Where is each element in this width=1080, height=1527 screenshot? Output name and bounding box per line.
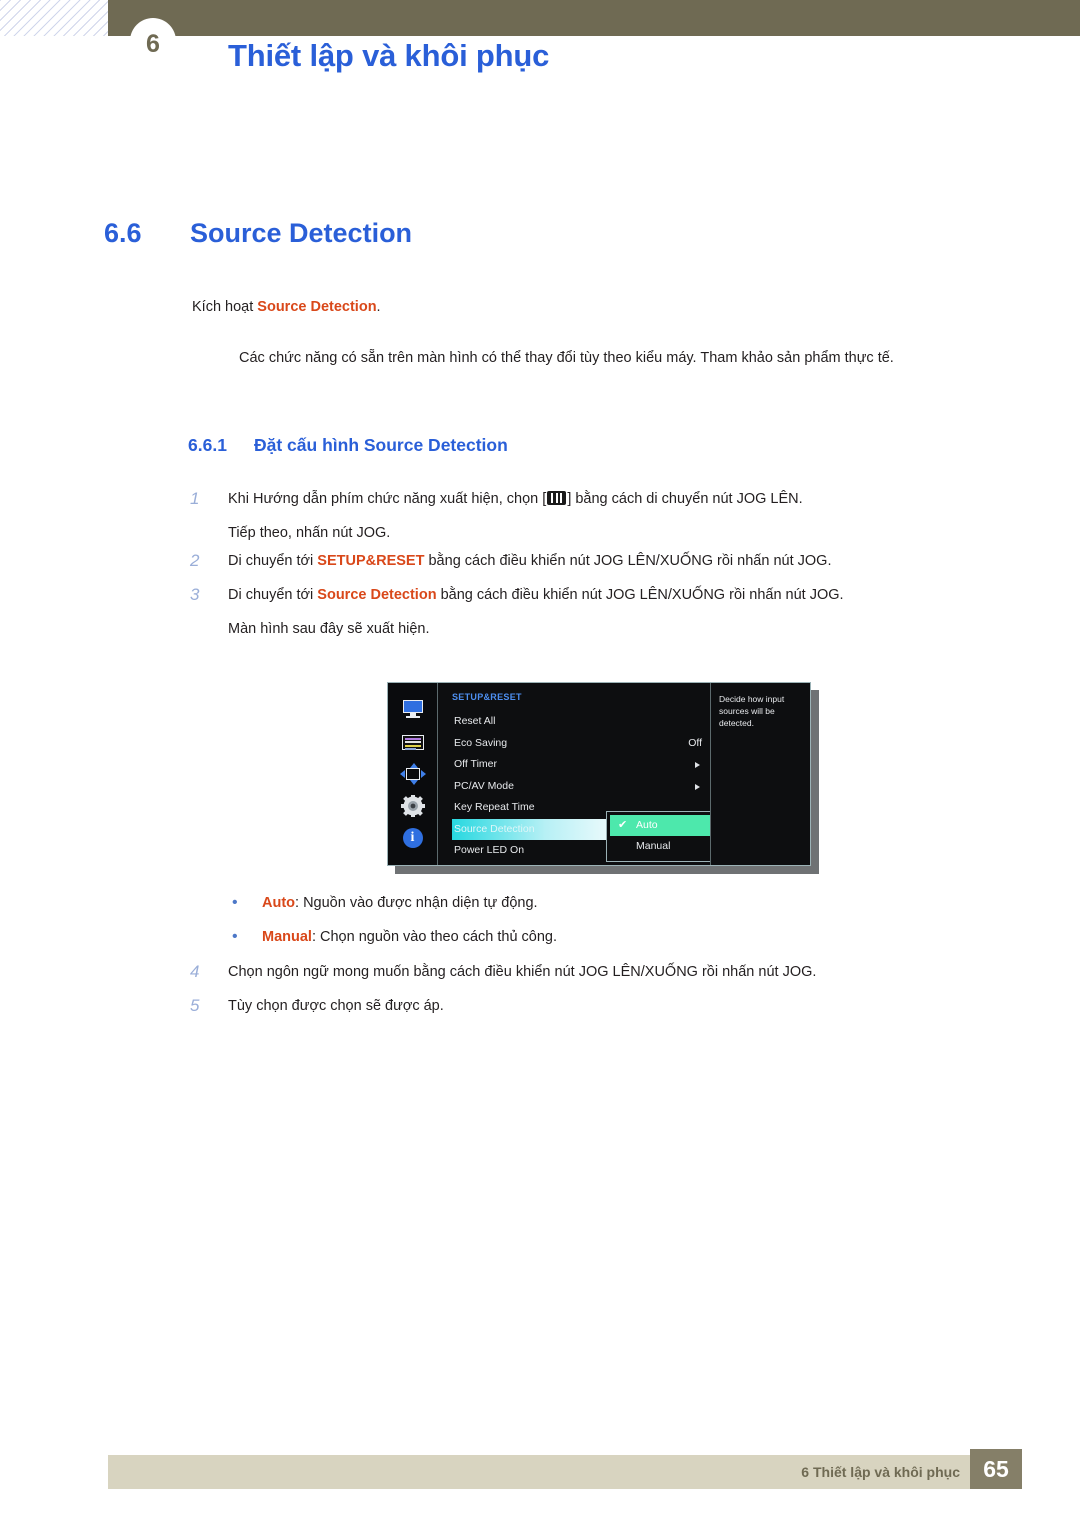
osd-screenshot: i SETUP&RESET Reset All Eco Saving Off O… (387, 682, 819, 874)
step-text: Di chuyển tới SETUP&RESET bằng cách điều… (228, 547, 831, 575)
section-intro: Kích hoạt Source Detection. (192, 299, 381, 315)
osd-tooltip: Decide how input sources will be detecte… (710, 683, 810, 865)
check-icon: ✔ (618, 819, 628, 831)
step-list-continued: 4 Chọn ngôn ngữ mong muốn bằng cách điều… (190, 958, 1010, 1026)
info-icon: i (400, 827, 426, 850)
step-continuation: Màn hình sau đây sẽ xuất hiện. (228, 621, 430, 637)
step-number: 3 (190, 585, 200, 604)
chevron-right-icon (695, 783, 700, 790)
step-number: 5 (190, 996, 200, 1015)
osd-row-label: Key Repeat Time (454, 801, 535, 813)
osd-row-off-timer[interactable]: Off Timer (452, 754, 712, 776)
bullet-description: : Chọn nguồn vào theo cách thủ công. (311, 929, 558, 945)
step-text-before: Di chuyển tới (228, 587, 318, 603)
footer-chapter-label: 6 Thiết lập và khôi phục (801, 1464, 960, 1480)
osd-row-label: Power LED On (454, 844, 525, 856)
page-title: Thiết lập và khôi phục (228, 38, 550, 73)
subsection-heading: 6.6.1 Đặt cấu hình Source Detection (188, 435, 508, 456)
osd-submenu-option-label: Manual (636, 840, 671, 852)
step-text: Tùy chọn được chọn sẽ được áp. (228, 998, 444, 1014)
step-list: 1 Khi Hướng dẫn phím chức năng xuất hiện… (190, 485, 1010, 643)
osd-sidebar: i (388, 683, 438, 865)
bullet-text: Auto: Nguồn vào được nhận diện tự động. (262, 892, 538, 914)
osd-row-label: PC/AV Mode (454, 779, 514, 792)
step-highlight: Source Detection (317, 587, 437, 603)
bullet-list: • Auto: Nguồn vào được nhận diện tự động… (232, 892, 992, 960)
step-text-after: ] bằng cách di chuyển nút JOG LÊN. (567, 491, 803, 507)
osd-row-source-detection[interactable]: Source Detection (452, 818, 622, 840)
osd-row-label: Eco Saving (454, 736, 508, 749)
step-continuation: Tiếp theo, nhấn nút JOG. (228, 525, 391, 541)
step-text-before: Di chuyển tới (228, 553, 318, 569)
subsection-title: Đặt cấu hình Source Detection (254, 435, 508, 455)
osd-row-eco-saving[interactable]: Eco Saving Off (452, 733, 712, 755)
step-item: 2 Di chuyển tới SETUP&RESET bằng cách đi… (190, 547, 1010, 575)
osd-row-label: Reset All (454, 715, 496, 727)
monitor-icon (400, 698, 426, 720)
step-item: 5 Tùy chọn được chọn sẽ được áp. (190, 992, 1010, 1020)
bullet-description: : Nguồn vào được nhận diện tự động. (295, 895, 538, 911)
section-heading: 6.6 Source Detection (104, 218, 412, 249)
osd-menu-key-icon (547, 491, 567, 505)
bullet-marker: • (232, 928, 238, 945)
intro-suffix: . (376, 299, 381, 315)
step-item: 3 Di chuyển tới Source Detection bằng cá… (190, 581, 1010, 609)
section-note: Các chức năng có sẵn trên màn hình có th… (239, 350, 894, 366)
color-bars-icon (400, 731, 426, 753)
intro-highlight: Source Detection (257, 299, 377, 315)
step-number: 1 (190, 489, 200, 508)
bullet-label: Auto (262, 895, 296, 911)
step-number: 2 (190, 551, 200, 570)
step-item: 4 Chọn ngôn ngữ mong muốn bằng cách điều… (190, 958, 1010, 986)
gear-icon (400, 794, 426, 819)
chevron-right-icon (695, 762, 700, 768)
list-item: • Auto: Nguồn vào được nhận diện tự động… (232, 892, 992, 914)
osd-row-label: Source Detection (454, 822, 535, 835)
intro-prefix: Kích hoạt (192, 299, 258, 315)
step-text: Di chuyển tới Source Detection bằng cách… (228, 581, 844, 609)
list-item: • Manual: Chọn nguồn vào theo cách thủ c… (232, 926, 992, 948)
step-highlight: SETUP&RESET (317, 553, 425, 569)
chapter-number-badge: 6 (130, 18, 176, 64)
footer-bar: 6 Thiết lập và khôi phục (108, 1455, 970, 1489)
osd-menu: SETUP&RESET Reset All Eco Saving Off Off… (438, 683, 810, 865)
osd-panel: i SETUP&RESET Reset All Eco Saving Off O… (387, 682, 811, 866)
bullet-text: Manual: Chọn nguồn vào theo cách thủ côn… (262, 926, 557, 948)
step-text-after: bằng cách điều khiển nút JOG LÊN/XUỐNG r… (436, 587, 844, 603)
step-text: Chọn ngôn ngữ mong muốn bằng cách điều k… (228, 964, 817, 980)
decorative-hatch-pattern (0, 0, 108, 36)
gear-icon-svg (400, 794, 425, 819)
step-item: 1 Khi Hướng dẫn phím chức năng xuất hiện… (190, 485, 1010, 513)
step-text-after: bằng cách điều khiển nút JOG LÊN/XUỐNG r… (424, 553, 832, 569)
step-text: Khi Hướng dẫn phím chức năng xuất hiện, … (228, 485, 803, 513)
step-number: 4 (190, 962, 200, 981)
bullet-marker: • (232, 894, 238, 911)
section-number: 6.6 (104, 218, 142, 248)
osd-row-value: Off (688, 736, 702, 749)
osd-row-pc-av-mode[interactable]: PC/AV Mode (452, 776, 712, 798)
bullet-label: Manual (262, 929, 312, 945)
section-title: Source Detection (190, 218, 413, 248)
header-bar (108, 0, 1080, 36)
screen-adjust-icon (399, 762, 426, 785)
subsection-number: 6.6.1 (188, 435, 227, 455)
page-number: 65 (970, 1449, 1022, 1489)
step-text-before: Khi Hướng dẫn phím chức năng xuất hiện, … (228, 491, 547, 507)
osd-row-reset-all[interactable]: Reset All (452, 711, 712, 733)
osd-submenu-option-label: Auto (636, 819, 658, 831)
osd-row-label: Off Timer (454, 758, 497, 770)
